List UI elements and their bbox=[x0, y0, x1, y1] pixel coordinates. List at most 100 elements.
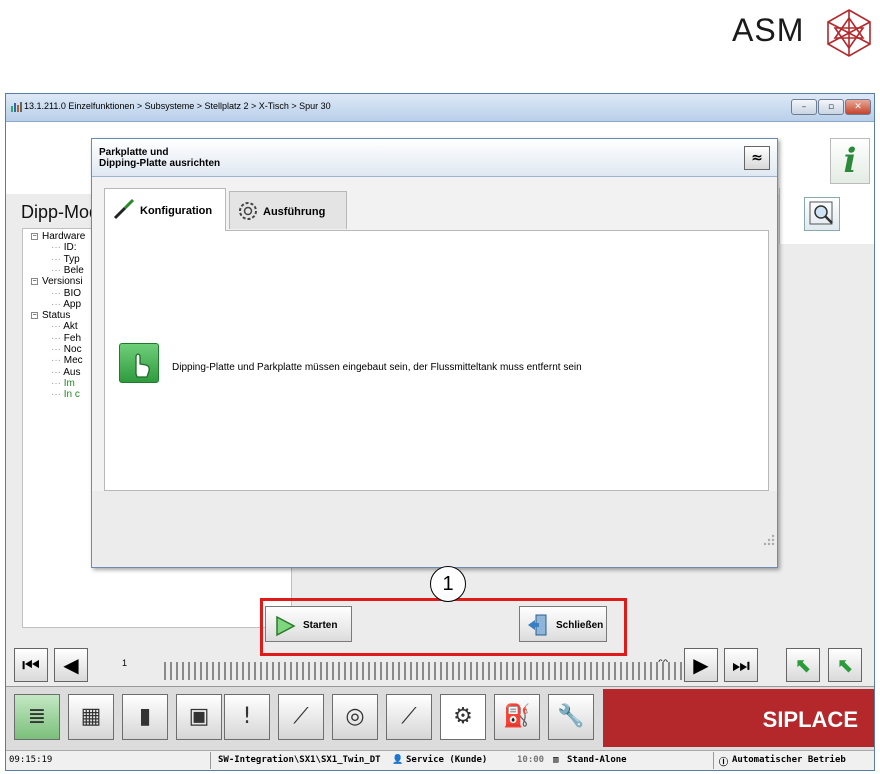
oil-can-icon[interactable]: ⛽ bbox=[494, 694, 540, 740]
building-icon: ▥ bbox=[553, 755, 559, 765]
dialog-header[interactable]: Parkplatte und Dipping-Platte ausrichten… bbox=[92, 139, 777, 177]
tree-item-label: Typ bbox=[63, 253, 80, 265]
tab-label: Konfiguration bbox=[140, 205, 213, 217]
arrow-up-green-icon[interactable]: ⬉ bbox=[786, 648, 820, 682]
last-page-button[interactable]: ⏭ bbox=[724, 648, 758, 682]
hand-pointer-icon bbox=[119, 343, 159, 383]
camera-icon[interactable]: ◎ bbox=[332, 694, 378, 740]
tree-item-label: Status bbox=[42, 310, 71, 322]
wrench-icon[interactable]: 🔧 bbox=[548, 694, 594, 740]
tree-item[interactable]: ··· Noc bbox=[51, 344, 82, 355]
status-separator bbox=[210, 752, 211, 769]
tree-item[interactable]: ··· Aus bbox=[51, 367, 80, 378]
window-titlebar[interactable]: 13.1.211.0 Einzelfunktionen > Subsysteme… bbox=[6, 94, 874, 122]
asm-logo-icon bbox=[827, 9, 871, 57]
magnifier-icon bbox=[809, 201, 833, 225]
app-icon bbox=[11, 102, 22, 112]
tree-item-label: Bele bbox=[63, 264, 84, 276]
auto-icon: Ⓘ bbox=[719, 758, 729, 768]
tree-connector: ··· bbox=[51, 242, 64, 254]
tree-connector: ··· bbox=[51, 253, 64, 265]
tree-item[interactable]: ··· ID: bbox=[51, 242, 77, 253]
gear-hand-icon[interactable]: ⚙ bbox=[440, 694, 486, 740]
tab-content bbox=[104, 230, 769, 491]
stack-icon[interactable]: ≣ bbox=[14, 694, 60, 740]
double-arrow-up-green-icon[interactable]: ⬉ bbox=[828, 648, 862, 682]
tree-connector: ··· bbox=[51, 344, 64, 355]
collapse-button[interactable]: ≈ bbox=[744, 146, 770, 170]
siplace-brand-button[interactable]: SIPLACE bbox=[603, 689, 874, 747]
magnifier-button[interactable] bbox=[804, 197, 840, 231]
nav-start-number: 1 bbox=[122, 658, 128, 668]
tree-item[interactable]: ··· Feh bbox=[51, 333, 81, 344]
tab-konfiguration[interactable]: Konfiguration bbox=[104, 188, 226, 231]
tree-item-label: Im bbox=[63, 377, 75, 389]
tree-item-label: Noc bbox=[63, 344, 82, 355]
maximize-button[interactable]: ▫ bbox=[818, 99, 844, 115]
grid-icon[interactable]: ▦ bbox=[68, 694, 114, 740]
bar-chart-icon[interactable]: ▮ bbox=[122, 694, 168, 740]
status-user: Service (Kunde) bbox=[406, 755, 488, 765]
tab-label: Ausführung bbox=[263, 206, 326, 218]
hint-text: Dipping-Platte und Parkplatte müssen ein… bbox=[172, 362, 582, 373]
first-page-button[interactable]: ⏮ bbox=[14, 648, 48, 682]
asm-logo-text: ASM bbox=[732, 12, 805, 48]
tree-item[interactable]: ··· Mec bbox=[51, 355, 83, 366]
tree-expander-icon[interactable]: − bbox=[31, 311, 38, 319]
tree-connector: ··· bbox=[51, 389, 64, 401]
tree-expander-icon[interactable]: − bbox=[31, 278, 38, 286]
info-button[interactable]: i bbox=[830, 138, 870, 184]
tree-item[interactable]: ··· App bbox=[51, 299, 81, 310]
tree-expander-icon[interactable]: − bbox=[31, 232, 38, 240]
window-title: 13.1.211.0 Einzelfunktionen > Subsysteme… bbox=[24, 101, 331, 111]
resize-grip-icon[interactable] bbox=[760, 533, 776, 549]
tree-item-label: ID: bbox=[63, 242, 77, 254]
tree-connector: ··· bbox=[51, 298, 64, 310]
screwdriver-icon[interactable]: ⟋ bbox=[386, 694, 432, 740]
status-path: SW-Integration\SX1\SX1_Twin_DT bbox=[218, 755, 381, 765]
tree-item-label: In c bbox=[63, 389, 80, 401]
previous-page-button[interactable]: ◀ bbox=[54, 648, 88, 682]
status-operation: Automatischer Betrieb bbox=[732, 755, 846, 765]
tree-item[interactable]: − Versionsi bbox=[31, 276, 83, 287]
dialog-title: Parkplatte und Dipping-Platte ausrichten bbox=[99, 147, 220, 169]
tree-connector: ··· bbox=[51, 366, 64, 378]
tree-item-label: Akt bbox=[63, 321, 78, 333]
status-time: 09:15:19 bbox=[9, 755, 53, 765]
status-separator-2 bbox=[713, 752, 714, 769]
tree-item[interactable]: ··· Im bbox=[51, 378, 75, 389]
line-chart-icon[interactable]: ⟋ bbox=[278, 694, 324, 740]
tree-item-label: Hardware bbox=[42, 231, 86, 242]
dialog-title-line2: Dipping-Platte ausrichten bbox=[99, 158, 221, 169]
gear-icon bbox=[239, 202, 257, 220]
user-icon: 👤 bbox=[392, 755, 404, 765]
tree-item[interactable]: ··· Bele bbox=[51, 265, 84, 276]
align-dialog: Parkplatte und Dipping-Platte ausrichten… bbox=[91, 138, 778, 568]
tree-connector: ··· bbox=[51, 377, 64, 389]
tree-item[interactable]: ··· BIO bbox=[51, 288, 81, 299]
tree-item-label: BIO bbox=[63, 287, 82, 299]
tree-connector: ··· bbox=[51, 332, 64, 344]
tree-connector: ··· bbox=[51, 287, 64, 299]
tree-item[interactable]: − Status bbox=[31, 310, 70, 321]
tab-ausfuehrung[interactable]: Ausführung bbox=[229, 191, 347, 229]
status-bar: 09:15:19 SW-Integration\SX1\SX1_Twin_DT … bbox=[6, 750, 874, 770]
notes-icon[interactable]: ! bbox=[224, 694, 270, 740]
callout-marker: 1 bbox=[430, 566, 466, 602]
tree-item[interactable]: − Hardware bbox=[31, 231, 85, 242]
tree-item[interactable]: ··· Typ bbox=[51, 254, 80, 265]
tree-connector: ··· bbox=[51, 264, 64, 276]
tree-item[interactable]: ··· In c bbox=[51, 389, 80, 400]
minimize-button[interactable]: – bbox=[791, 99, 817, 115]
next-page-button[interactable]: ▶ bbox=[684, 648, 718, 682]
tree-item-label: Versionsi bbox=[42, 276, 83, 288]
close-window-button[interactable]: ✕ bbox=[845, 99, 871, 115]
page-scale[interactable] bbox=[164, 662, 684, 680]
highlight-frame bbox=[260, 598, 627, 656]
board-icon[interactable]: ▣ bbox=[176, 694, 222, 740]
status-mode: Stand-Alone bbox=[567, 755, 627, 765]
tree-item[interactable]: ··· Akt bbox=[51, 321, 78, 332]
tree-item-label: Mec bbox=[63, 355, 83, 367]
dialog-title-line1: Parkplatte und bbox=[99, 147, 169, 158]
tree-item-label: Feh bbox=[63, 332, 82, 344]
